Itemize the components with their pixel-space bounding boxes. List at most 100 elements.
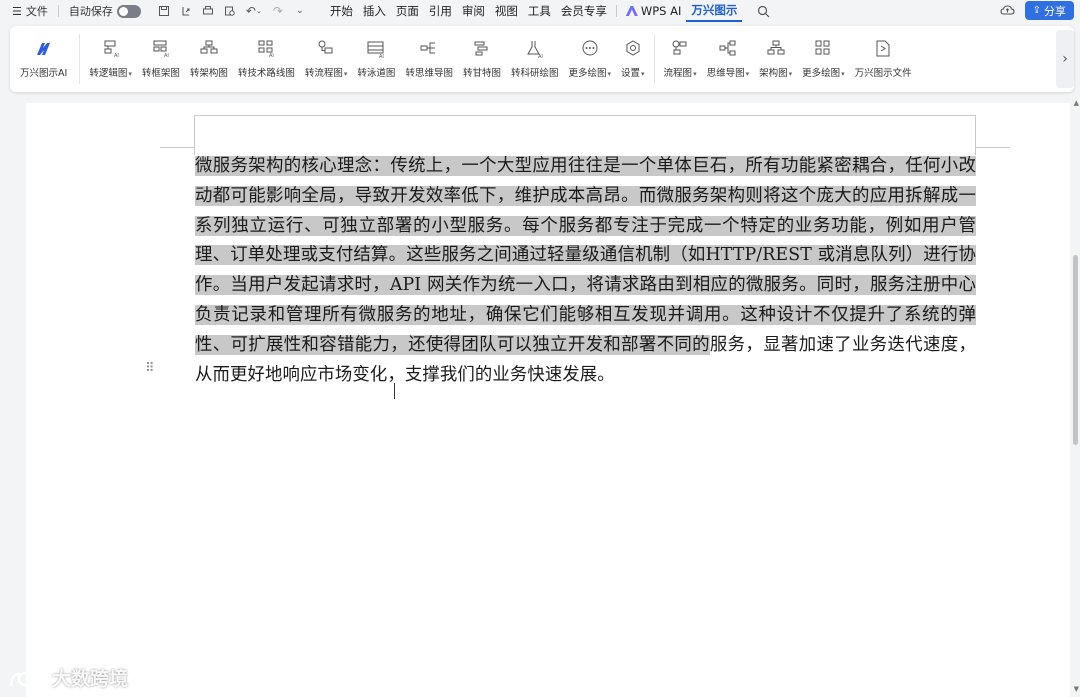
tech-roadmap-icon: AI — [255, 39, 277, 59]
divider — [615, 5, 617, 17]
svg-text:AI: AI — [164, 53, 169, 59]
convert-swimlane-button[interactable]: AI 转泳道图 — [352, 26, 400, 92]
ribbon-label: 流程图 — [663, 68, 693, 79]
swimlane-icon: AI — [365, 39, 387, 59]
margin-mark — [160, 147, 194, 148]
convert-tech-roadmap-button[interactable]: AI 转技术路线图 — [233, 26, 300, 92]
tab-member[interactable]: 会员专享 — [556, 0, 612, 22]
margin-mark — [976, 147, 1010, 148]
settings-button[interactable]: 设置▾ — [616, 26, 650, 92]
chevron-down-icon: ▾ — [788, 70, 793, 78]
ribbon-label-wrap: 更多绘图▾ — [568, 65, 611, 79]
insert-mindmap-button[interactable]: 思维导图▾ — [702, 26, 755, 92]
autosave-label: 自动保存 — [68, 5, 113, 18]
document-page[interactable]: 微服务架构的核心理念：传统上，一个大型应用往往是一个单体巨石，所有功能紧密耦合，… — [26, 103, 1070, 697]
frame-diagram-icon: AI — [150, 39, 172, 59]
share-button[interactable]: ⇪ 分享 — [1024, 1, 1074, 20]
svg-text:AI: AI — [269, 53, 274, 59]
margin-mark — [194, 115, 195, 155]
convert-architecture-button[interactable]: 转架构图 — [185, 26, 233, 92]
insert-flowchart-button[interactable]: 流程图▾ — [659, 26, 702, 92]
paragraph-drag-handle-icon[interactable]: ⠿ — [145, 362, 154, 375]
scrollbar-thumb[interactable] — [1073, 255, 1078, 445]
mindmap-icon — [418, 39, 440, 59]
ribbon-scroll-right-button[interactable]: › — [1056, 30, 1074, 88]
more-drawing-icon — [579, 39, 601, 59]
ribbon-label: 转甘特图 — [462, 68, 501, 79]
insert-architecture-button[interactable]: 架构图▾ — [754, 26, 797, 92]
chevron-down-icon[interactable]: ⌄ — [291, 2, 309, 20]
share-icon: ⇪ — [1032, 5, 1041, 16]
redo-icon[interactable]: ↷ — [269, 2, 287, 20]
tab-wps-ai-label: WPS AI — [640, 4, 682, 18]
ribbon-label: 转科研绘图 — [510, 68, 559, 79]
gantt-icon — [471, 39, 493, 59]
ribbon-label: 转架构图 — [189, 68, 228, 79]
toggle-switch-icon[interactable] — [116, 4, 141, 18]
scroll-down-icon[interactable]: ▼ — [1074, 685, 1079, 693]
flowchart-insert-icon — [669, 39, 691, 59]
more-drawing-button[interactable]: 更多绘图▾ — [563, 26, 616, 92]
svg-text:AI: AI — [379, 54, 384, 59]
insert-more-drawing-button[interactable]: 更多绘图▾ — [797, 26, 850, 92]
save-icon[interactable] — [155, 2, 173, 20]
ribbon-label-wrap: 转逻辑图▾ — [89, 65, 132, 79]
convert-flowchart-button[interactable]: 转流程图▾ — [300, 26, 353, 92]
tab-tools[interactable]: 工具 — [523, 0, 556, 22]
document-area: 微服务架构的核心理念：传统上，一个大型应用往往是一个单体巨石，所有功能紧密耦合，… — [0, 95, 1080, 697]
autosave-toggle[interactable]: 自动保存 — [65, 0, 145, 22]
divider — [57, 5, 59, 17]
convert-logic-diagram-button[interactable]: AI 转逻辑图▾ — [84, 26, 137, 92]
tab-review[interactable]: 审阅 — [457, 0, 490, 22]
watermark: 大数跨境 — [8, 664, 128, 691]
chevron-down-icon: ▾ — [693, 70, 697, 78]
wanxing-ai-button[interactable]: 万兴图示AI — [16, 26, 75, 92]
architecture-insert-icon — [765, 39, 787, 59]
svg-text:AI: AI — [114, 53, 119, 59]
right-tools: ⇪ 分享 — [999, 1, 1074, 20]
settings-icon — [622, 39, 644, 59]
text-cursor-icon — [394, 383, 402, 399]
mindmap-insert-icon — [717, 39, 739, 59]
tab-wanxing-diagram[interactable]: 万兴图示 — [686, 0, 743, 22]
ribbon-toolbar: 万兴图示AI AI 转逻辑图▾ AI 转框架图 转架构图 AI 转技术路线图 转… — [10, 26, 1074, 92]
convert-gantt-button[interactable]: 转甘特图 — [458, 26, 506, 92]
ribbon-label: 转流程图 — [304, 68, 343, 79]
ribbon-label: 架构图 — [759, 68, 788, 79]
chevron-right-icon: › — [1062, 51, 1068, 67]
convert-frame-diagram-button[interactable]: AI 转框架图 — [137, 26, 185, 92]
divider — [653, 34, 655, 84]
ribbon-label: 更多绘图 — [802, 68, 841, 79]
tab-wps-ai[interactable]: WPS AI — [621, 0, 687, 22]
ribbon-label: 转泳道图 — [357, 68, 396, 79]
selected-text[interactable]: 微服务架构的核心理念：传统上，一个大型应用往往是一个单体巨石，所有功能紧密耦合，… — [195, 156, 976, 355]
convert-research-drawing-button[interactable]: AI 转科研绘图 — [506, 26, 564, 92]
print-icon[interactable] — [199, 2, 217, 20]
chevron-down-icon: ▾ — [128, 70, 132, 78]
ribbon-label: 思维导图 — [706, 68, 745, 79]
cloud-sync-icon[interactable] — [999, 2, 1017, 20]
menu-bar: ☰ 文件 自动保存 ↶ ⌄ ↷ ⌄ 开始 插入 页面 引用 审阅 视图 工具 会员… — [0, 0, 1080, 22]
flowchart-icon — [315, 39, 337, 59]
chevron-down-icon: ▾ — [745, 70, 750, 78]
vertical-scrollbar[interactable]: ▲ ▼ — [1070, 95, 1080, 697]
chevron-down-icon: ▾ — [841, 70, 845, 78]
diagram-file-button[interactable]: 万兴图示文件 — [850, 26, 917, 92]
convert-mindmap-button[interactable]: 转思维导图 — [400, 26, 458, 92]
ribbon-label-wrap: 更多绘图▾ — [802, 65, 845, 79]
scroll-up-icon[interactable]: ▲ — [1074, 99, 1079, 107]
ribbon-label-wrap: 转流程图▾ — [305, 65, 348, 79]
export-icon[interactable] — [177, 2, 195, 20]
undo-icon[interactable]: ↶ ⌄ — [243, 2, 265, 20]
tab-insert[interactable]: 插入 — [358, 0, 391, 22]
tab-view[interactable]: 视图 — [490, 0, 523, 22]
watermark-logo-icon — [8, 666, 48, 690]
tab-references[interactable]: 引用 — [424, 0, 457, 22]
search-icon[interactable] — [754, 2, 772, 20]
body-paragraph[interactable]: 微服务架构的核心理念：传统上，一个大型应用往往是一个单体巨石，所有功能紧密耦合，… — [195, 152, 976, 390]
file-menu[interactable]: ☰ 文件 — [0, 0, 52, 22]
share-label: 分享 — [1044, 4, 1066, 18]
print-preview-icon[interactable] — [221, 2, 239, 20]
tab-page[interactable]: 页面 — [391, 0, 424, 22]
tab-home[interactable]: 开始 — [325, 0, 358, 22]
